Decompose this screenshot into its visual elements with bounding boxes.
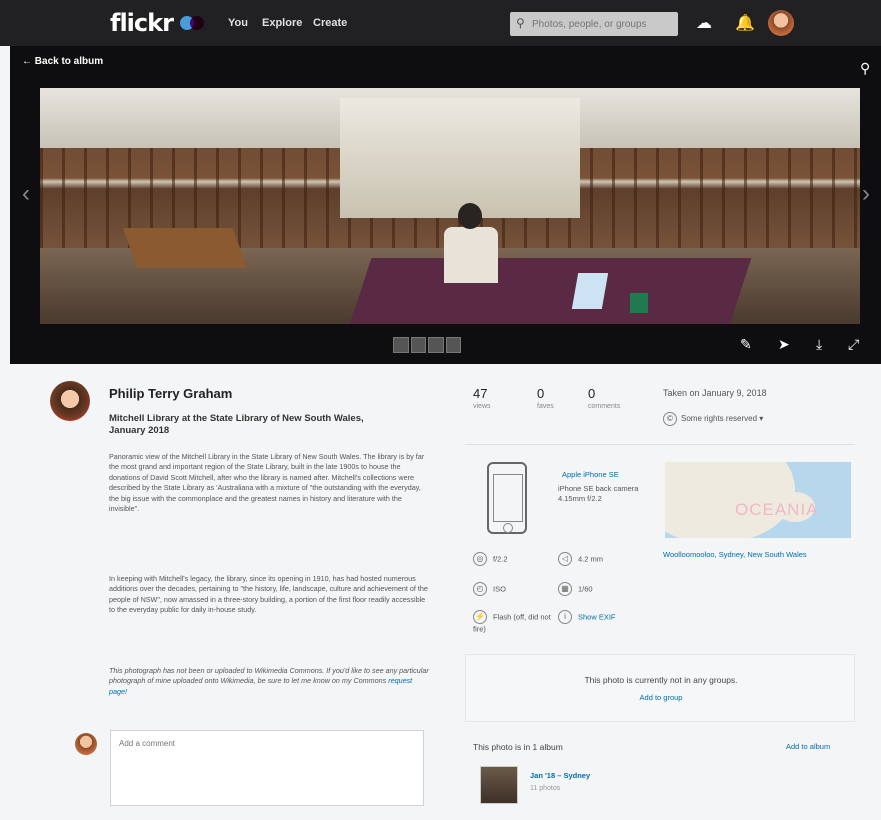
flash-icon: ⚡ xyxy=(473,610,487,624)
user-avatar[interactable] xyxy=(768,10,794,36)
groups-box: This photo is currently not in any group… xyxy=(465,654,855,722)
back-to-album-label: Back to album xyxy=(34,56,104,67)
phone-camera-icon xyxy=(487,462,527,534)
comments-label: comments xyxy=(588,403,621,410)
info-icon: i xyxy=(558,610,572,624)
faves-label: faves xyxy=(537,403,554,410)
exif-flash: ⚡ Flash (off, did not fire) xyxy=(473,610,551,634)
faves-count: 0 xyxy=(537,386,545,401)
exif-exposure: ▦ 1/60 xyxy=(558,582,593,596)
views-label: views xyxy=(473,403,491,410)
flickr-dots-icon xyxy=(180,16,208,30)
stat-comments: 0 comments xyxy=(588,386,620,410)
exif-aperture: ◎ f/2.2 xyxy=(473,552,508,566)
back-to-album-link[interactable]: ← Back to album xyxy=(22,56,103,67)
add-to-group-link[interactable]: Add to group xyxy=(466,693,856,702)
location-map[interactable]: OCEANIA xyxy=(665,462,851,538)
camera-name[interactable]: Apple iPhone SE xyxy=(562,470,619,479)
exif-iso: ◴ ISO xyxy=(473,582,506,596)
map-region-label: OCEANIA xyxy=(735,500,819,519)
photo-screen xyxy=(571,273,609,309)
fullscreen-icon[interactable]: ⤢ xyxy=(848,336,859,353)
edit-icon[interactable]: ✎ xyxy=(740,336,752,353)
nav-explore[interactable]: Explore xyxy=(262,17,302,29)
taken-date[interactable]: Taken on January 9, 2018 xyxy=(663,388,767,398)
views-count: 47 xyxy=(473,386,488,401)
main-photo xyxy=(40,88,860,324)
commons-note: This photograph has not been or uploaded… xyxy=(109,666,429,697)
location-link[interactable]: Woolloomooloo, Sydney, New South Wales xyxy=(663,550,843,560)
photostream-thumbnails[interactable] xyxy=(393,337,461,353)
magnify-icon[interactable]: ⚲ xyxy=(860,60,870,77)
flickr-logo[interactable]: flickr xyxy=(110,9,174,37)
show-exif[interactable]: i Show EXIF xyxy=(558,610,616,624)
photo-person xyxy=(440,203,500,283)
creative-commons-icon: © xyxy=(663,412,677,426)
comment-input[interactable] xyxy=(110,730,424,806)
photo-desk xyxy=(348,258,752,324)
license-label: Some rights reserved xyxy=(681,414,758,424)
add-to-album-link[interactable]: Add to album xyxy=(786,742,830,751)
album-photo-count: 11 photos xyxy=(530,785,561,792)
prev-photo-arrow-icon[interactable]: ‹ xyxy=(22,180,30,208)
shutter-icon: ◴ xyxy=(473,582,487,596)
upload-icon[interactable]: ☁ xyxy=(696,13,712,33)
nav-create[interactable]: Create xyxy=(313,17,347,29)
share-icon[interactable]: ➤ xyxy=(778,336,790,353)
photo-table xyxy=(122,228,248,268)
page: flickr You Explore Create ⚲ ☁ 🔔 ← Back t… xyxy=(0,0,881,820)
camera-lens: iPhone SE back camera 4.15mm f/2.2 xyxy=(558,484,639,503)
photo-description-para-2: In keeping with Mitchell's legacy, the l… xyxy=(109,574,428,615)
top-nav: flickr You Explore Create ⚲ ☁ 🔔 xyxy=(0,0,881,46)
groups-text: This photo is currently not in any group… xyxy=(584,675,738,685)
search-box: ⚲ xyxy=(510,12,678,36)
photo-book xyxy=(630,293,648,313)
focal-length-icon: ◁ xyxy=(558,552,572,566)
search-icon: ⚲ xyxy=(516,16,525,30)
commons-note-text: This photograph has not been or uploaded… xyxy=(109,666,429,686)
download-icon[interactable]: ⤓ xyxy=(816,336,822,353)
nav-you[interactable]: You xyxy=(228,17,248,29)
notifications-bell-icon[interactable]: 🔔 xyxy=(735,13,755,33)
author-avatar[interactable] xyxy=(50,381,90,421)
next-photo-arrow-icon[interactable]: › xyxy=(862,180,870,208)
stat-views: 47 views xyxy=(473,386,491,410)
search-input[interactable] xyxy=(532,16,672,32)
iso-icon: ▦ xyxy=(558,582,572,596)
photo-description-para-1: Panoramic view of the Mitchell Library i… xyxy=(109,452,425,514)
exif-focal-length: ◁ 4.2 mm xyxy=(558,552,603,566)
comments-count: 0 xyxy=(588,386,596,401)
photo-title: Mitchell Library at the State Library of… xyxy=(109,413,364,436)
stat-faves: 0 faves xyxy=(537,386,554,410)
commenter-avatar xyxy=(75,733,97,755)
aperture-icon: ◎ xyxy=(473,552,487,566)
show-exif-link[interactable]: Show EXIF xyxy=(578,613,616,622)
album-thumbnail[interactable] xyxy=(480,766,518,804)
photo-center-wall xyxy=(340,98,580,218)
stats-divider xyxy=(465,444,855,445)
album-name[interactable]: Jan '18 – Sydney xyxy=(530,771,590,780)
license-dropdown[interactable]: © Some rights reserved ▾ xyxy=(663,412,763,426)
albums-header: This photo is in 1 album xyxy=(473,742,563,752)
author-name[interactable]: Philip Terry Graham xyxy=(109,386,232,401)
